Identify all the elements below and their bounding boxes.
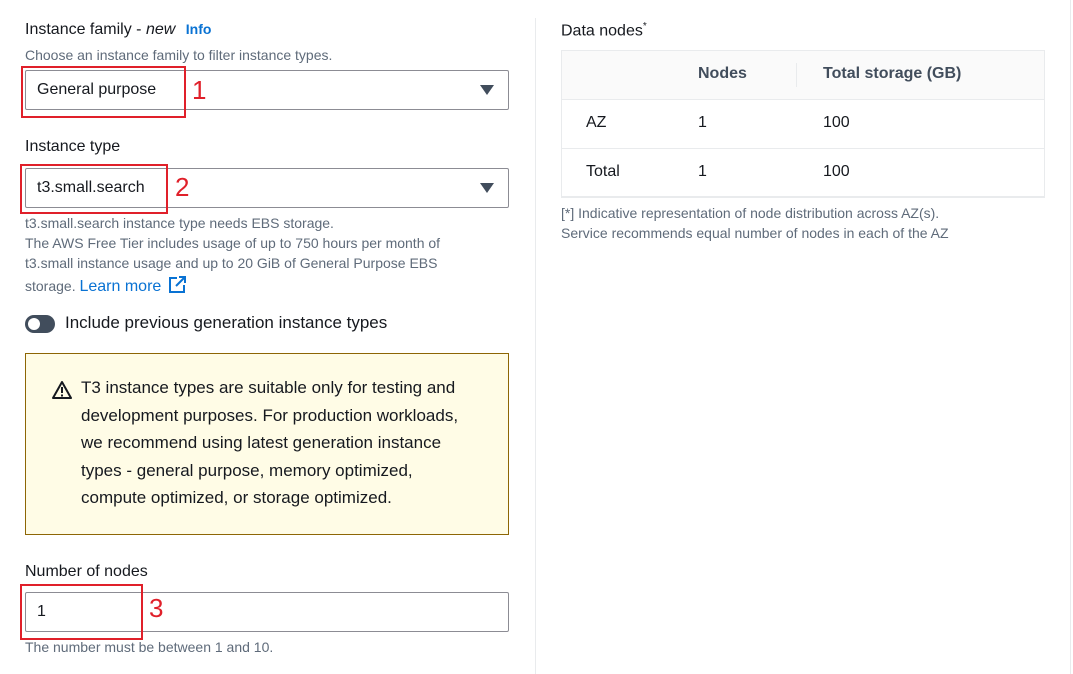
toggle-knob — [28, 318, 40, 330]
warning-message: T3 instance types are suitable only for … — [81, 378, 459, 507]
caret-down-icon — [480, 183, 494, 193]
data-nodes-title: Data nodes* — [561, 21, 647, 40]
column-divider — [535, 18, 536, 674]
annotation-number-2: 2 — [175, 172, 190, 202]
external-link-icon — [168, 276, 186, 293]
previous-generation-label: Include previous generation instance typ… — [65, 313, 388, 332]
column-separator — [796, 63, 797, 87]
t3-warning-alert: T3 instance types are suitable only for … — [25, 353, 509, 535]
annotation-number-1: 1 — [192, 75, 207, 105]
instance-type-help: t3.small.search instance type needs EBS … — [25, 215, 441, 295]
instance-type-label: Instance type — [25, 138, 121, 155]
row-total-storage: 100 — [823, 163, 850, 180]
number-of-nodes-label: Number of nodes — [25, 563, 148, 580]
row-total-nodes: 1 — [698, 163, 707, 180]
caret-down-icon — [480, 85, 494, 95]
instance-family-label: Instance family - new Info — [25, 21, 212, 38]
annotation-box-1 — [21, 66, 186, 118]
row-az-storage: 100 — [823, 114, 850, 131]
instance-family-description: Choose an instance family to filter inst… — [25, 47, 333, 63]
page-edge-divider — [1070, 0, 1071, 674]
column-header-nodes: Nodes — [698, 65, 747, 82]
data-nodes-footnote: [*] Indicative representation of node di… — [561, 205, 949, 241]
number-of-nodes-help: The number must be between 1 and 10. — [25, 639, 274, 655]
annotation-number-3: 3 — [149, 593, 164, 623]
row-label-az: AZ — [586, 114, 607, 131]
annotation-box-3 — [20, 584, 143, 640]
row-label-total: Total — [586, 163, 620, 180]
data-nodes-table-container: Nodes Total storage (GB) AZ 1 100 Total … — [561, 50, 1045, 198]
table-row: AZ 1 100 — [562, 100, 1044, 149]
column-header-total-storage: Total storage (GB) — [823, 65, 962, 82]
instance-family-info-link[interactable]: Info — [186, 21, 212, 37]
previous-generation-toggle[interactable] — [25, 315, 55, 333]
annotation-box-2 — [20, 164, 168, 214]
row-az-nodes: 1 — [698, 114, 707, 131]
table-row: Total 1 100 — [562, 149, 1044, 196]
warning-icon — [52, 381, 72, 399]
data-nodes-table-header: Nodes Total storage (GB) — [562, 51, 1044, 100]
learn-more-link[interactable]: Learn more — [79, 276, 186, 295]
